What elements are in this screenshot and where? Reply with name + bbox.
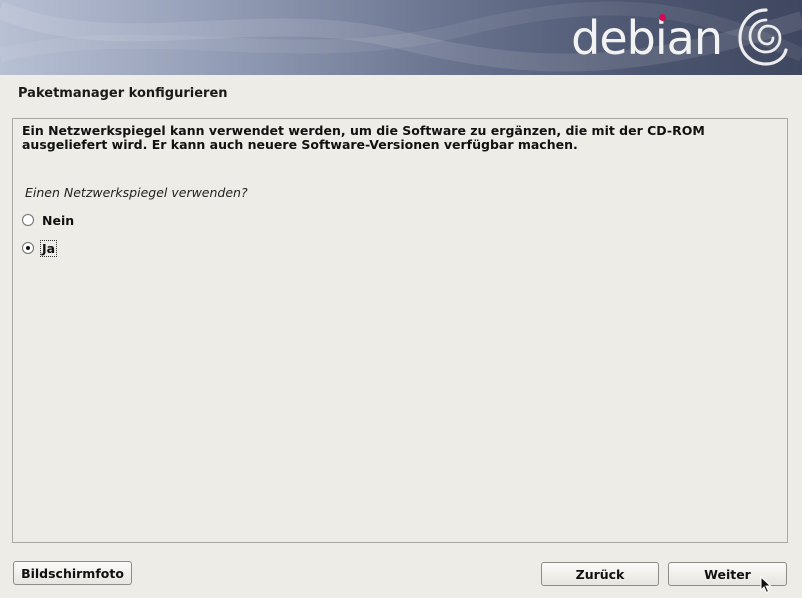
option-nein-label: Nein [42,212,75,228]
option-nein[interactable]: Nein [22,211,75,229]
option-ja-label: Ja [39,239,58,257]
debian-swirl-icon [738,8,788,66]
installer-banner: debian [0,0,802,75]
debian-wordmark-dot [659,14,666,21]
back-button[interactable]: Zurück [541,562,659,586]
radio-nein[interactable] [22,214,34,226]
content-panel: Ein Netzwerkspiegel kann verwendet werde… [12,118,788,543]
page-title: Paketmanager konfigurieren [18,86,228,101]
description-text: Ein Netzwerkspiegel kann verwendet werde… [22,123,705,152]
debian-wordmark: debian [571,11,723,65]
screenshot-button[interactable]: Bildschirmfoto [13,561,132,585]
radio-ja[interactable] [22,242,34,254]
mouse-pointer-icon [760,576,772,594]
question-text: Einen Netzwerkspiegel verwenden? [25,185,248,200]
option-ja[interactable]: Ja [22,239,58,257]
